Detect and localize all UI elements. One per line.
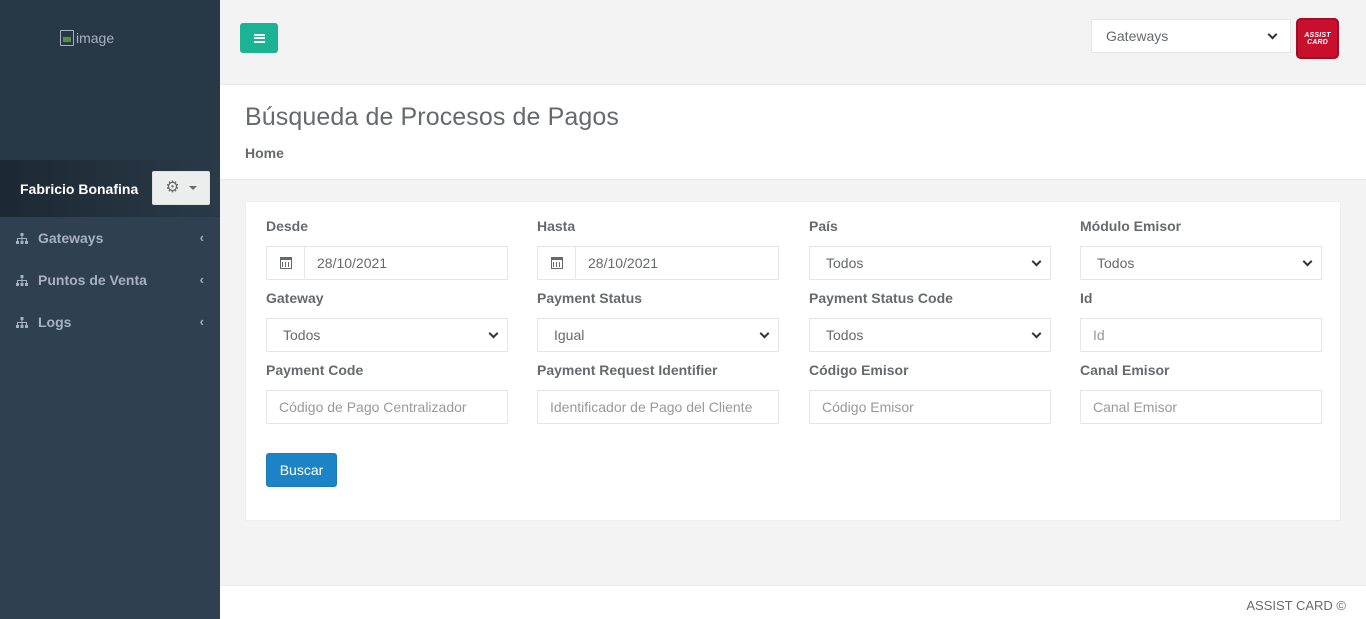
user-name: Fabricio Bonafina (20, 180, 139, 197)
pais-select-value: Todos (826, 255, 864, 271)
chevron-left-icon: ‹ (199, 272, 204, 287)
search-button[interactable]: Buscar (266, 453, 337, 487)
calendar-icon (550, 257, 563, 269)
hamburger-icon (253, 33, 265, 43)
broken-image-icon (60, 30, 74, 46)
payment-status-code-select[interactable]: Todos (809, 318, 1051, 352)
payment-status-field: Payment Status Igual (537, 290, 779, 352)
calendar-addon (267, 247, 305, 279)
module-select[interactable]: Gateways (1091, 19, 1291, 53)
hasta-label: Hasta (537, 218, 576, 234)
logo-image: image (60, 30, 114, 46)
desde-label: Desde (266, 218, 309, 234)
gateway-select[interactable]: Todos (266, 318, 508, 352)
modulo-emisor-field: Módulo Emisor Todos (1080, 218, 1322, 280)
payment-code-placeholder: Código de Pago Centralizador (279, 399, 467, 415)
payment-code-field: Payment Code Código de Pago Centralizado… (266, 362, 508, 424)
payment-status-select-value: Igual (554, 327, 585, 343)
search-form-panel: Desde 28/10/2021 Hasta 28/10/2021 País T… (245, 201, 1341, 521)
sitemap-icon (16, 232, 28, 244)
module-select-value: Gateways (1106, 28, 1169, 44)
sidebar-item-label: Gateways (38, 230, 104, 246)
topbar: Gateways ASSIST CARD (220, 0, 1366, 85)
codigo-emisor-label: Código Emisor (809, 362, 909, 378)
id-input[interactable]: Id (1080, 318, 1322, 352)
desde-field: Desde 28/10/2021 (266, 218, 508, 280)
sidebar: image Fabricio Bonafina ⚙ Gateways ‹ Pun… (0, 0, 220, 619)
canal-emisor-placeholder: Canal Emisor (1093, 399, 1178, 415)
menu-toggle-button[interactable] (240, 23, 278, 53)
modulo-emisor-select-value: Todos (1097, 255, 1135, 271)
desde-date-input[interactable]: 28/10/2021 (266, 246, 508, 280)
modulo-emisor-label: Módulo Emisor (1080, 218, 1182, 234)
id-label: Id (1080, 290, 1093, 306)
sitemap-icon (16, 316, 28, 328)
hasta-field: Hasta 28/10/2021 (537, 218, 779, 280)
payment-status-code-label: Payment Status Code (809, 290, 953, 306)
chevron-left-icon: ‹ (199, 314, 204, 329)
breadcrumb[interactable]: Home (245, 145, 1366, 161)
payment-code-label: Payment Code (266, 362, 364, 378)
calendar-icon (279, 257, 292, 269)
chevron-down-icon (1031, 328, 1042, 338)
settings-dropdown-button[interactable]: ⚙ (152, 171, 210, 205)
payment-request-identifier-label: Payment Request Identifier (537, 362, 718, 378)
hasta-value: 28/10/2021 (588, 255, 659, 271)
chevron-down-icon (1031, 256, 1042, 266)
codigo-emisor-input[interactable]: Código Emisor (809, 390, 1051, 424)
chevron-down-icon (1302, 256, 1313, 266)
gateway-label: Gateway (266, 290, 324, 306)
sidebar-item-gateways[interactable]: Gateways ‹ (0, 217, 220, 259)
gateway-field: Gateway Todos (266, 290, 508, 352)
sidebar-header: image (0, 0, 220, 160)
caret-down-icon (188, 186, 197, 190)
page-heading: Búsqueda de Procesos de Pagos Home (220, 85, 1366, 180)
canal-emisor-input[interactable]: Canal Emisor (1080, 390, 1322, 424)
brand-logo: ASSIST CARD (1296, 18, 1339, 59)
id-field: Id Id (1080, 290, 1322, 352)
calendar-addon (538, 247, 576, 279)
desde-value: 28/10/2021 (317, 255, 388, 271)
codigo-emisor-placeholder: Código Emisor (822, 399, 914, 415)
footer-copyright: ASSIST CARD © (1246, 598, 1346, 613)
pais-select[interactable]: Todos (809, 246, 1051, 280)
user-profile-bar: Fabricio Bonafina ⚙ (0, 160, 220, 217)
footer: ASSIST CARD © (220, 585, 1366, 619)
payment-status-label: Payment Status (537, 290, 643, 306)
gateway-select-value: Todos (283, 327, 321, 343)
payment-code-input[interactable]: Código de Pago Centralizador (266, 390, 508, 424)
gear-icon: ⚙ (165, 179, 180, 196)
codigo-emisor-field: Código Emisor Código Emisor (809, 362, 1051, 424)
payment-request-identifier-placeholder: Identificador de Pago del Cliente (550, 399, 753, 415)
chevron-left-icon: ‹ (199, 230, 204, 245)
payment-request-identifier-input[interactable]: Identificador de Pago del Cliente (537, 390, 779, 424)
payment-request-identifier-field: Payment Request Identifier Identificador… (537, 362, 779, 424)
modulo-emisor-select[interactable]: Todos (1080, 246, 1322, 280)
sidebar-item-label: Puntos de Venta (38, 272, 147, 288)
canal-emisor-field: Canal Emisor Canal Emisor (1080, 362, 1322, 424)
hasta-date-input[interactable]: 28/10/2021 (537, 246, 779, 280)
brand-logo-text: ASSIST CARD (1304, 31, 1331, 46)
canal-emisor-label: Canal Emisor (1080, 362, 1170, 378)
pais-field: País Todos (809, 218, 1051, 280)
sidebar-item-puntos-de-venta[interactable]: Puntos de Venta ‹ (0, 259, 220, 301)
chevron-down-icon (488, 328, 499, 338)
page-title: Búsqueda de Procesos de Pagos (245, 103, 619, 131)
id-placeholder: Id (1093, 327, 1105, 343)
payment-status-code-field: Payment Status Code Todos (809, 290, 1051, 352)
logo-alt-text: image (76, 30, 115, 46)
sitemap-icon (16, 274, 28, 286)
pais-label: País (809, 218, 838, 234)
payment-status-code-select-value: Todos (826, 327, 864, 343)
sidebar-item-logs[interactable]: Logs ‹ (0, 301, 220, 343)
sidebar-item-label: Logs (38, 314, 72, 330)
chevron-down-icon (1267, 29, 1278, 39)
chevron-down-icon (759, 328, 770, 338)
payment-status-select[interactable]: Igual (537, 318, 779, 352)
